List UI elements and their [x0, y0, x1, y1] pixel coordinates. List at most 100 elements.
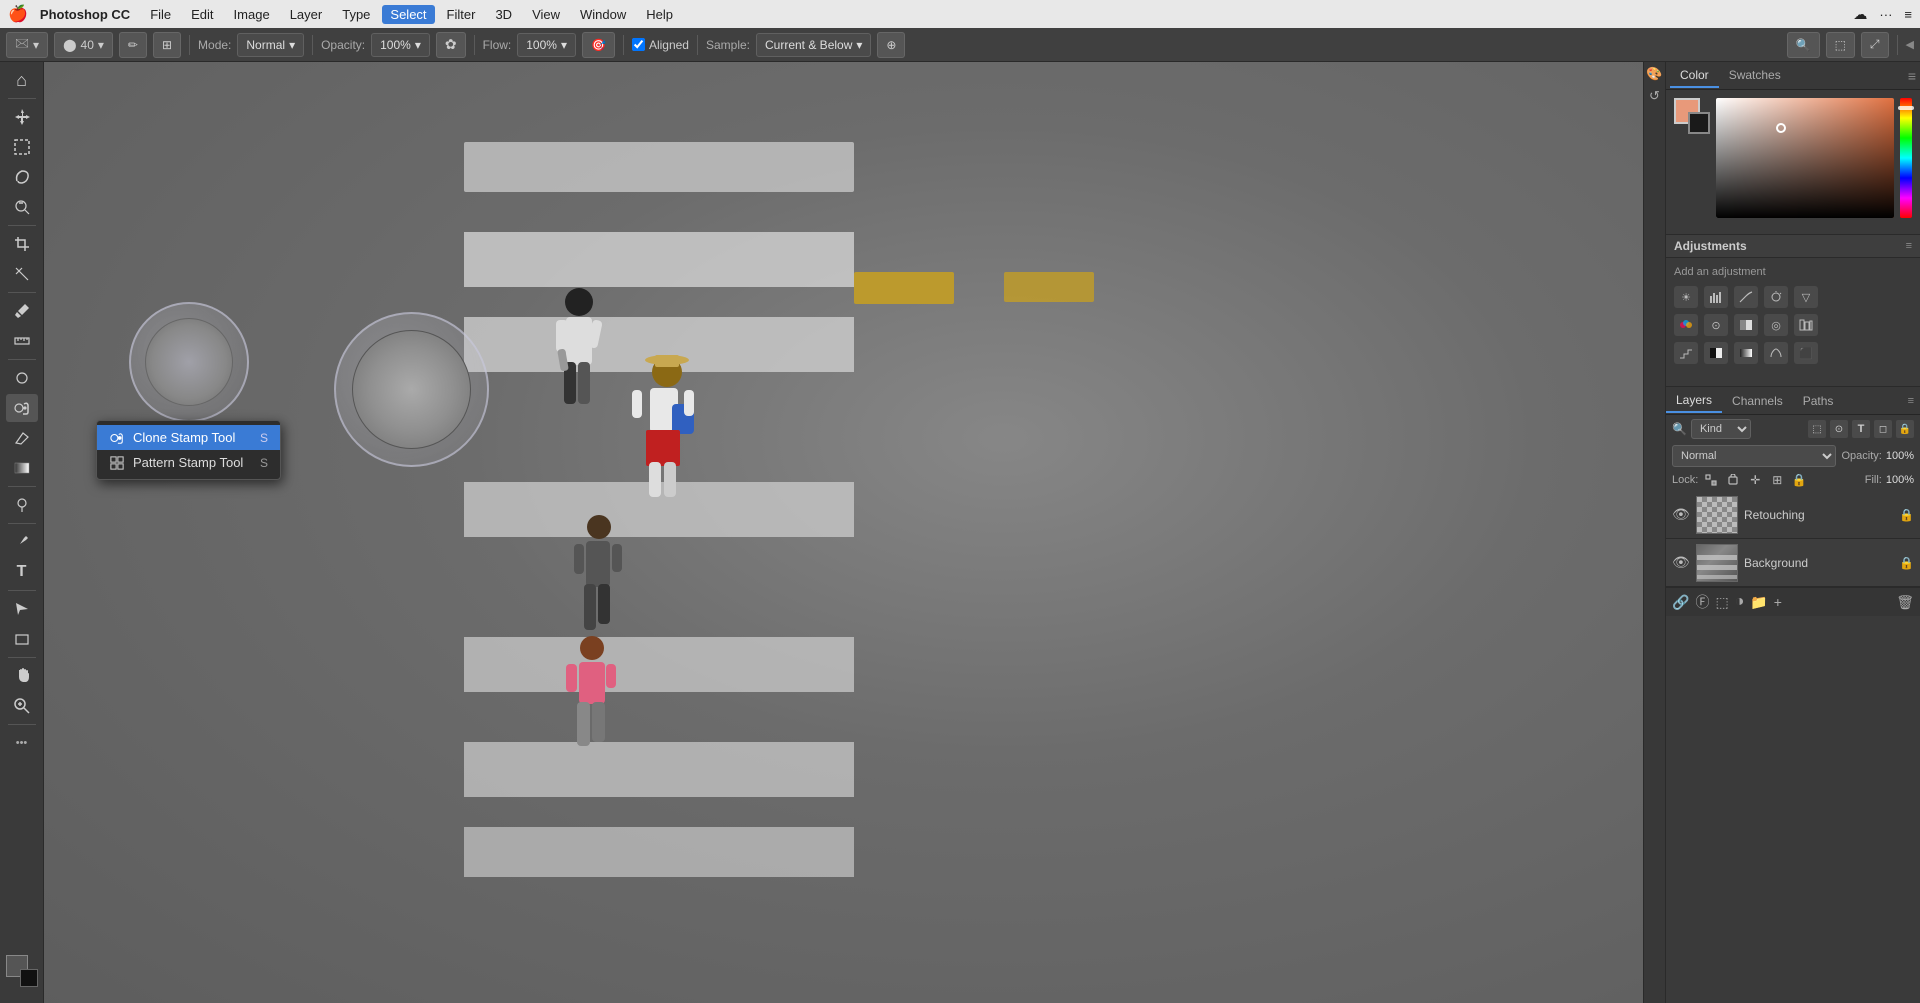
- color-tab[interactable]: Color: [1670, 64, 1719, 88]
- more-options-icon[interactable]: ···: [1879, 7, 1892, 22]
- layer-visibility-retouching[interactable]: 👁: [1672, 506, 1690, 523]
- menu-window[interactable]: Window: [572, 5, 634, 24]
- adj-photofilter-icon[interactable]: ◎: [1764, 314, 1788, 336]
- brush-size-btn[interactable]: ⬤ 40 ▾: [54, 32, 113, 58]
- paths-tab[interactable]: Paths: [1793, 390, 1844, 412]
- marquee-tool[interactable]: [6, 133, 38, 161]
- sample-icon-btn[interactable]: ⊕: [877, 32, 905, 58]
- aligned-checkbox[interactable]: Aligned: [632, 38, 689, 52]
- menu-image[interactable]: Image: [226, 5, 278, 24]
- hand-tool[interactable]: [6, 662, 38, 690]
- layer-lock-background[interactable]: 🔒: [1899, 556, 1914, 570]
- new-layer-btn[interactable]: +: [1774, 594, 1782, 610]
- adj-levels-icon[interactable]: [1704, 286, 1728, 308]
- move-tool[interactable]: [6, 103, 38, 131]
- fill-value[interactable]: 100%: [1886, 474, 1914, 486]
- adj-bw-icon[interactable]: [1734, 314, 1758, 336]
- crop-tool[interactable]: [6, 230, 38, 258]
- new-group-btn[interactable]: 📁: [1750, 594, 1767, 611]
- adj-exposure-icon[interactable]: [1764, 286, 1788, 308]
- layer-visibility-background[interactable]: 👁: [1672, 554, 1690, 571]
- color-picker-handle[interactable]: [1776, 123, 1786, 133]
- flow-icon-btn[interactable]: 🎯: [582, 32, 615, 58]
- swatches-tab[interactable]: Swatches: [1719, 64, 1791, 88]
- channels-tab[interactable]: Channels: [1722, 390, 1793, 412]
- layer-background[interactable]: 👁 Background 🔒: [1666, 539, 1920, 587]
- layers-panel-collapse[interactable]: ≡: [1902, 395, 1920, 407]
- menu-type[interactable]: Type: [334, 5, 378, 24]
- menu-filter[interactable]: Filter: [439, 5, 484, 24]
- collapse-panels[interactable]: ◀: [1906, 38, 1914, 51]
- eraser-tool[interactable]: [6, 424, 38, 452]
- clone-stamp-tool[interactable]: [6, 394, 38, 422]
- flow-dropdown[interactable]: 100% ▾: [517, 33, 576, 57]
- menu-edit[interactable]: Edit: [183, 5, 221, 24]
- text-tool[interactable]: T: [6, 558, 38, 586]
- aligned-check[interactable]: [632, 38, 645, 51]
- shape-tool[interactable]: [6, 625, 38, 653]
- quick-select-tool[interactable]: [6, 193, 38, 221]
- mode-dropdown[interactable]: Normal ▾: [237, 33, 304, 57]
- maximize-btn[interactable]: ⤢: [1861, 32, 1889, 58]
- adj-brightness-icon[interactable]: ☀: [1674, 286, 1698, 308]
- zoom-tool[interactable]: [6, 692, 38, 720]
- adj-threshold-icon[interactable]: [1704, 342, 1728, 364]
- menu-help[interactable]: Help: [638, 5, 681, 24]
- menu-layer[interactable]: Layer: [282, 5, 331, 24]
- sample-dropdown[interactable]: Current & Below ▾: [756, 33, 871, 57]
- filter-adjust-icon[interactable]: ⊙: [1830, 420, 1848, 438]
- layer-retouching[interactable]: 👁 Retouching 🔒: [1666, 491, 1920, 539]
- filter-smart-icon[interactable]: 🔒: [1896, 420, 1914, 438]
- layer-lock-retouching[interactable]: 🔒: [1899, 508, 1914, 522]
- delete-layer-btn[interactable]: 🗑: [1896, 594, 1914, 611]
- slice-tool[interactable]: [6, 260, 38, 288]
- add-mask-btn[interactable]: ⬚: [1715, 594, 1728, 611]
- panel-icon[interactable]: ≡: [1904, 7, 1912, 22]
- eyedropper-tool[interactable]: [6, 297, 38, 325]
- opacity-value[interactable]: 100%: [1886, 450, 1914, 462]
- hue-indicator[interactable]: [1898, 106, 1914, 110]
- spot-heal-tool[interactable]: [6, 364, 38, 392]
- dodge-tool[interactable]: [6, 491, 38, 519]
- menu-3d[interactable]: 3D: [487, 5, 520, 24]
- adj-gradient-map-icon[interactable]: [1734, 342, 1758, 364]
- lock-image-btn[interactable]: [1724, 471, 1742, 489]
- pen-tool[interactable]: [6, 528, 38, 556]
- adj-channelmixer-icon[interactable]: [1794, 314, 1818, 336]
- brush-preset-btn[interactable]: ⊞: [153, 32, 181, 58]
- gradient-tool[interactable]: [6, 454, 38, 482]
- lasso-tool[interactable]: [6, 163, 38, 191]
- filter-shape-icon[interactable]: ◻: [1874, 420, 1892, 438]
- arrange-btn[interactable]: ⬚: [1826, 32, 1855, 58]
- history-icon[interactable]: ↺: [1649, 88, 1660, 104]
- ruler-tool[interactable]: [6, 327, 38, 355]
- adj-colorbalance-icon[interactable]: ⊙: [1704, 314, 1728, 336]
- layer-kind-select[interactable]: Kind Name Effect: [1691, 419, 1751, 439]
- lock-transparent-btn[interactable]: [1702, 471, 1720, 489]
- pattern-stamp-tool-menu-item[interactable]: Pattern Stamp Tool S: [97, 450, 280, 475]
- filter-type-icon[interactable]: T: [1852, 420, 1870, 438]
- adjustments-header[interactable]: Adjustments ≡: [1666, 235, 1920, 258]
- adj-hsl-icon[interactable]: [1674, 314, 1698, 336]
- apple-menu[interactable]: 🍎: [8, 4, 28, 24]
- color-saturation-box[interactable]: [1716, 98, 1894, 218]
- adj-selective-color-icon[interactable]: [1764, 342, 1788, 364]
- menu-file[interactable]: File: [142, 5, 179, 24]
- path-select-tool[interactable]: [6, 595, 38, 623]
- adj-curves-icon[interactable]: [1734, 286, 1758, 308]
- tool-icon-btn[interactable]: 🖂 ▾: [6, 32, 48, 58]
- more-tools-btn[interactable]: •••: [6, 729, 38, 757]
- menu-view[interactable]: View: [524, 5, 568, 24]
- color-panel-collapse[interactable]: ≡: [1908, 68, 1916, 84]
- background-color[interactable]: [1688, 112, 1710, 134]
- bg-color-swatch[interactable]: [20, 969, 38, 987]
- brush-hardness-btn[interactable]: ✏: [119, 32, 147, 58]
- link-layers-btn[interactable]: 🔗: [1672, 594, 1689, 611]
- filter-pixel-icon[interactable]: ⬚: [1808, 420, 1826, 438]
- adjustments-collapse[interactable]: ≡: [1906, 240, 1912, 252]
- lock-all-btn[interactable]: 🔒: [1790, 471, 1808, 489]
- layers-tab[interactable]: Layers: [1666, 389, 1722, 413]
- adj-solid-fill-icon[interactable]: ⬛: [1794, 342, 1818, 364]
- lock-position-btn[interactable]: ✛: [1746, 471, 1764, 489]
- layer-style-btn[interactable]: Ⓕ: [1695, 592, 1709, 612]
